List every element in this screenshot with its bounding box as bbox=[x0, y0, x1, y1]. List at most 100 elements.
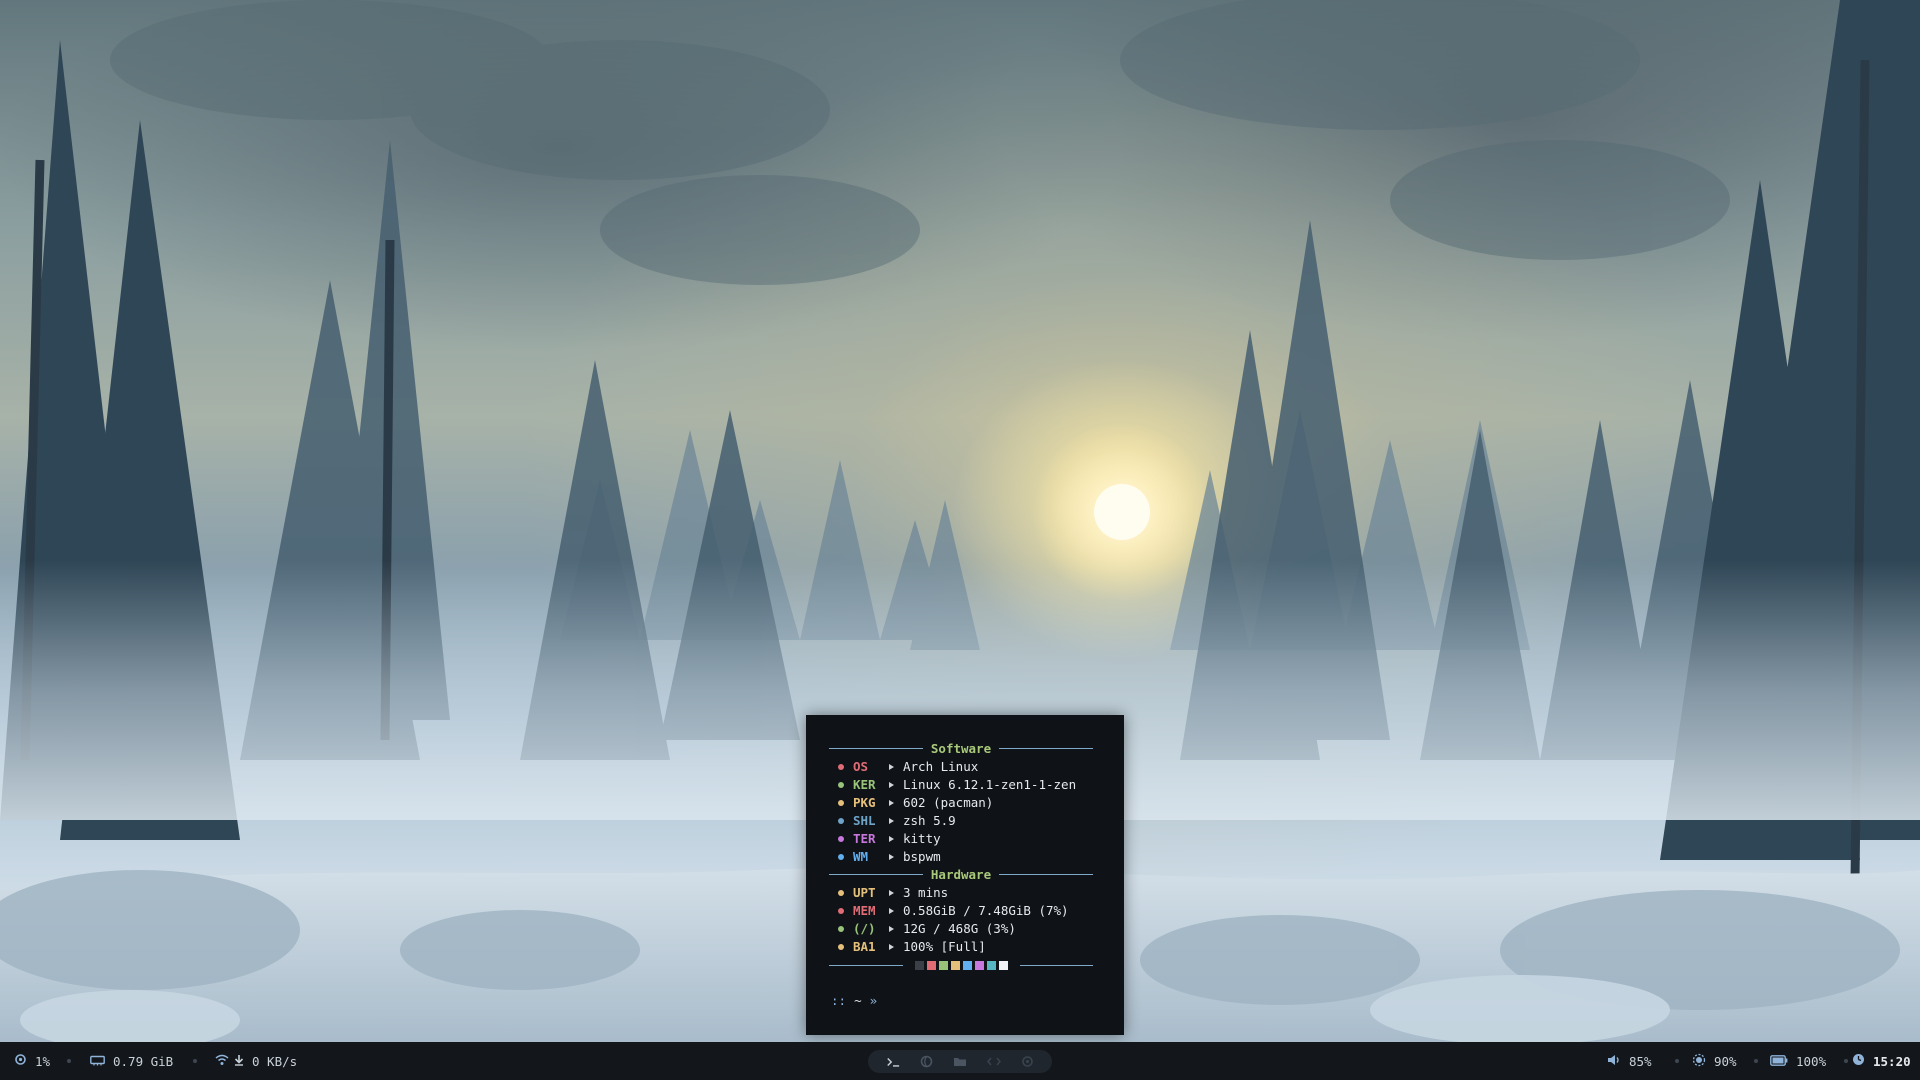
shell-prompt[interactable]: :: ~ » bbox=[831, 993, 877, 1008]
info-value: 0.58GiB / 7.48GiB (7%) bbox=[903, 903, 1069, 918]
info-row-os: OS Arch Linux bbox=[838, 758, 978, 775]
hardware-title: Hardware bbox=[930, 866, 992, 882]
header-rule bbox=[999, 747, 1093, 749]
info-key: WM bbox=[853, 849, 869, 864]
brightness-module[interactable]: 90% bbox=[1692, 1042, 1737, 1080]
info-value: 602 (pacman) bbox=[903, 795, 994, 810]
bullet-icon bbox=[838, 943, 844, 950]
info-value: zsh 5.9 bbox=[903, 813, 956, 828]
info-key: (/) bbox=[853, 921, 876, 936]
separator-dot bbox=[1844, 1059, 1848, 1063]
palette-rule bbox=[1019, 964, 1093, 966]
bullet-icon bbox=[838, 781, 844, 788]
prompt-chevron: » bbox=[869, 993, 878, 1008]
cpu-icon bbox=[14, 1053, 27, 1069]
info-row-shell: SHL zsh 5.9 bbox=[838, 812, 956, 829]
info-value: bspwm bbox=[903, 849, 941, 864]
bullet-icon bbox=[838, 889, 844, 896]
workspace-2-browser-icon[interactable] bbox=[919, 1055, 933, 1068]
software-section-header: Software bbox=[829, 740, 1093, 756]
info-key: OS bbox=[853, 759, 869, 774]
software-title: Software bbox=[930, 740, 992, 756]
status-bar: 1% 0.79 GiB 0 KB/s 85% 90% 100% 15:20 bbox=[0, 1042, 1920, 1080]
battery-module[interactable]: 100% bbox=[1770, 1042, 1826, 1080]
palette-swatch bbox=[950, 960, 960, 970]
info-key: TER bbox=[853, 831, 876, 846]
info-row-packages: PKG 602 (pacman) bbox=[838, 794, 993, 811]
palette-swatch bbox=[986, 960, 996, 970]
network-module[interactable]: 0 KB/s bbox=[215, 1042, 297, 1080]
workspace-switcher bbox=[868, 1050, 1052, 1073]
network-speed: 0 KB/s bbox=[252, 1053, 298, 1069]
volume-icon bbox=[1607, 1054, 1621, 1069]
info-value: 100% [Full] bbox=[903, 939, 986, 954]
info-key: SHL bbox=[853, 813, 876, 828]
memory-icon bbox=[90, 1054, 105, 1069]
palette-swatch bbox=[938, 960, 948, 970]
separator-dot bbox=[193, 1059, 197, 1063]
arrow-icon bbox=[889, 817, 894, 824]
workspace-5-chat-icon[interactable] bbox=[1020, 1056, 1034, 1068]
header-rule bbox=[999, 873, 1093, 875]
arrow-icon bbox=[889, 835, 894, 842]
info-key: UPT bbox=[853, 885, 876, 900]
clock-time: 15:20 bbox=[1873, 1053, 1911, 1069]
info-key: BA1 bbox=[853, 939, 876, 954]
palette-rule bbox=[829, 964, 903, 966]
arrow-icon bbox=[889, 943, 894, 950]
bullet-icon bbox=[838, 817, 844, 824]
palette-swatch bbox=[926, 960, 936, 970]
bullet-icon bbox=[838, 763, 844, 770]
arrow-icon bbox=[889, 781, 894, 788]
info-row-uptime: UPT 3 mins bbox=[838, 884, 948, 901]
info-value: kitty bbox=[903, 831, 941, 846]
terminal-window[interactable]: Software OS Arch Linux KER Linux 6.12.1-… bbox=[806, 715, 1124, 1035]
arrow-icon bbox=[889, 925, 894, 932]
workspace-4-code-icon[interactable] bbox=[986, 1056, 1001, 1068]
separator-dot bbox=[67, 1059, 71, 1063]
clock-module[interactable]: 15:20 bbox=[1852, 1042, 1911, 1080]
bullet-icon bbox=[838, 799, 844, 806]
arrow-icon bbox=[889, 907, 894, 914]
cpu-module[interactable]: 1% bbox=[14, 1042, 50, 1080]
volume-module[interactable]: 85% bbox=[1607, 1042, 1652, 1080]
brightness-level: 90% bbox=[1714, 1053, 1737, 1069]
battery-icon bbox=[1770, 1054, 1788, 1069]
info-row-wm: WM bspwm bbox=[838, 848, 941, 865]
arrow-icon bbox=[889, 763, 894, 770]
arrow-icon bbox=[889, 853, 894, 860]
prompt-cwd: ~ bbox=[854, 993, 862, 1008]
separator-dot bbox=[1754, 1059, 1758, 1063]
color-palette bbox=[829, 959, 1093, 971]
bullet-icon bbox=[838, 853, 844, 860]
hardware-section-header: Hardware bbox=[829, 866, 1093, 882]
prompt-dots: :: bbox=[831, 993, 847, 1008]
memory-usage: 0.79 GiB bbox=[113, 1053, 174, 1069]
info-key: KER bbox=[853, 777, 876, 792]
download-icon bbox=[234, 1054, 244, 1069]
arrow-icon bbox=[889, 799, 894, 806]
header-rule bbox=[829, 873, 923, 875]
separator-dot bbox=[1675, 1059, 1679, 1063]
info-row-disk: (/) 12G / 468G (3%) bbox=[838, 920, 1016, 937]
info-row-kernel: KER Linux 6.12.1-zen1-1-zen bbox=[838, 776, 1076, 793]
memory-module[interactable]: 0.79 GiB bbox=[90, 1042, 173, 1080]
info-value: Arch Linux bbox=[903, 759, 979, 774]
clock-icon bbox=[1852, 1053, 1865, 1069]
workspace-1-terminal-icon[interactable] bbox=[886, 1056, 900, 1068]
info-row-battery: BA1 100% [Full] bbox=[838, 938, 986, 955]
volume-level: 85% bbox=[1629, 1053, 1652, 1069]
bullet-icon bbox=[838, 925, 844, 932]
info-key: PKG bbox=[853, 795, 876, 810]
battery-level: 100% bbox=[1796, 1053, 1827, 1069]
workspace-3-folder-icon[interactable] bbox=[953, 1056, 967, 1068]
info-key: MEM bbox=[853, 903, 876, 918]
palette-swatch bbox=[974, 960, 984, 970]
info-value: 3 mins bbox=[903, 885, 949, 900]
palette-swatch bbox=[914, 960, 924, 970]
info-row-terminal: TER kitty bbox=[838, 830, 941, 847]
bullet-icon bbox=[838, 835, 844, 842]
info-row-memory: MEM 0.58GiB / 7.48GiB (7%) bbox=[838, 902, 1069, 919]
arrow-icon bbox=[889, 889, 894, 896]
header-rule bbox=[829, 747, 923, 749]
